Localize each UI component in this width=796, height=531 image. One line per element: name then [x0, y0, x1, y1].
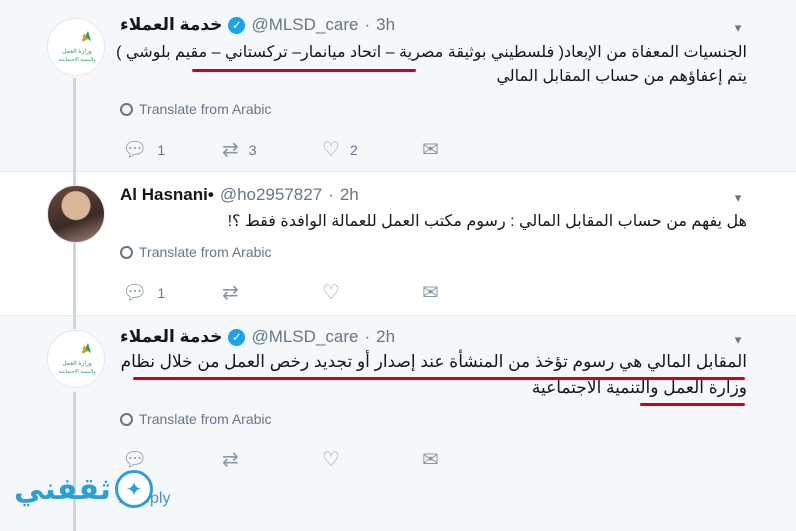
- translate-link[interactable]: Translate from Arabic: [120, 244, 272, 260]
- verified-badge-icon: ✓: [228, 329, 245, 346]
- thread-line: [73, 316, 76, 329]
- tweet-actions: 💬︎ 1 ⇄ ♡ ✉: [122, 282, 452, 304]
- annotation-underline: [133, 377, 745, 380]
- reply-icon: 💬︎: [122, 139, 147, 161]
- thread-line: [73, 392, 76, 531]
- display-name[interactable]: خدمة العملاء: [120, 15, 222, 35]
- verified-badge-icon: ✓: [228, 17, 245, 34]
- tweet-text: الجنسيات المعفاة من الإبعاد( فلسطيني بوث…: [115, 41, 747, 89]
- avatar-mlsd[interactable]: وزارة العمل والتنمية الاجتماعية: [47, 18, 105, 76]
- heart-icon: ♡: [322, 449, 340, 471]
- globe-icon: [120, 246, 133, 259]
- avatar-mlsd[interactable]: وزارة العمل والتنمية الاجتماعية: [47, 330, 105, 388]
- handle[interactable]: @ho2957827: [220, 185, 322, 205]
- translate-link[interactable]: Translate from Arabic: [120, 411, 272, 427]
- reply-icon: 💬︎: [122, 282, 147, 304]
- timestamp[interactable]: 3h: [376, 15, 395, 35]
- separator-dot: ·: [364, 327, 370, 347]
- dm-button[interactable]: ✉: [422, 139, 439, 161]
- reply-button[interactable]: 💬︎ 1: [122, 282, 165, 304]
- avatar-line-1: وزارة العمل: [62, 48, 92, 55]
- translate-link[interactable]: Translate from Arabic: [120, 101, 272, 117]
- chevron-down-icon[interactable]: ▾: [731, 191, 745, 205]
- avatar-line-1: وزارة العمل: [62, 360, 92, 367]
- tweet-actions: 💬︎ 1 ⇄ 3 ♡ 2 ✉: [122, 139, 452, 161]
- timestamp[interactable]: 2h: [376, 327, 395, 347]
- tweet-actions: 💬︎ ⇄ ♡ ✉: [122, 449, 452, 471]
- globe-icon: [120, 413, 133, 426]
- thread-line: [73, 78, 76, 172]
- retweet-icon: ⇄: [222, 449, 239, 471]
- dm-button[interactable]: ✉: [422, 282, 439, 304]
- annotation-underline: [192, 69, 416, 72]
- retweet-icon: ⇄: [222, 282, 239, 304]
- tweet-text: هل يفهم من حساب المقابل المالي : رسوم مك…: [115, 210, 747, 234]
- retweet-button[interactable]: ⇄: [222, 282, 249, 304]
- heart-icon: ♡: [322, 139, 340, 161]
- tweet-header: خدمة العملاء ✓ @MLSD_care · 2h: [120, 326, 736, 348]
- display-name[interactable]: Al Hasnani•: [120, 185, 214, 205]
- dm-button[interactable]: ✉: [422, 449, 439, 471]
- separator-dot: ·: [364, 15, 370, 35]
- retweet-button[interactable]: ⇄: [222, 449, 249, 471]
- translate-label: Translate from Arabic: [139, 101, 272, 117]
- heart-icon: ♡: [322, 282, 340, 304]
- display-name[interactable]: خدمة العملاء: [120, 327, 222, 347]
- reply-button[interactable]: 💬︎ 1: [122, 139, 165, 161]
- globe-icon: [120, 103, 133, 116]
- envelope-icon: ✉: [422, 282, 439, 304]
- like-count: 2: [350, 142, 358, 158]
- reply-icon: 💬︎: [122, 449, 147, 471]
- envelope-icon: ✉: [422, 449, 439, 471]
- timestamp[interactable]: 2h: [340, 185, 359, 205]
- translate-label: Translate from Arabic: [139, 244, 272, 260]
- tweet-text: المقابل المالي هي رسوم تؤخذ من المنشأة ع…: [115, 349, 747, 401]
- watermark-text: ثقفني: [14, 472, 111, 507]
- site-watermark: ثقفني ✦: [14, 470, 153, 508]
- tweet-header: خدمة العملاء ✓ @MLSD_care · 3h: [120, 14, 736, 36]
- avatar-line-2: والتنمية الاجتماعية: [58, 57, 96, 63]
- reply-button[interactable]: 💬︎: [122, 449, 157, 471]
- handle[interactable]: @MLSD_care: [251, 15, 358, 35]
- translate-label: Translate from Arabic: [139, 411, 272, 427]
- tweet-1[interactable]: وزارة العمل والتنمية الاجتماعية خدمة الع…: [0, 0, 796, 172]
- lightbulb-icon: ✦: [115, 470, 153, 508]
- separator-dot: ·: [328, 185, 334, 205]
- like-button[interactable]: ♡: [322, 282, 350, 304]
- chevron-down-icon[interactable]: ▾: [731, 333, 745, 347]
- avatar-alhasnani[interactable]: [47, 185, 105, 243]
- retweet-button[interactable]: ⇄ 3: [222, 139, 257, 161]
- envelope-icon: ✉: [422, 139, 439, 161]
- tweet-2[interactable]: Al Hasnani• @ho2957827 · 2h ▾ هل يفهم من…: [0, 172, 796, 316]
- like-button[interactable]: ♡ 2: [322, 139, 358, 161]
- like-button[interactable]: ♡: [322, 449, 350, 471]
- reply-count: 1: [157, 285, 165, 301]
- tweet-header: Al Hasnani• @ho2957827 · 2h: [120, 184, 736, 206]
- retweet-count: 3: [249, 142, 257, 158]
- handle[interactable]: @MLSD_care: [251, 327, 358, 347]
- chevron-down-icon[interactable]: ▾: [731, 21, 745, 35]
- avatar-line-2: والتنمية الاجتماعية: [58, 369, 96, 375]
- retweet-icon: ⇄: [222, 139, 239, 161]
- reply-count: 1: [157, 142, 165, 158]
- annotation-underline: [640, 403, 745, 406]
